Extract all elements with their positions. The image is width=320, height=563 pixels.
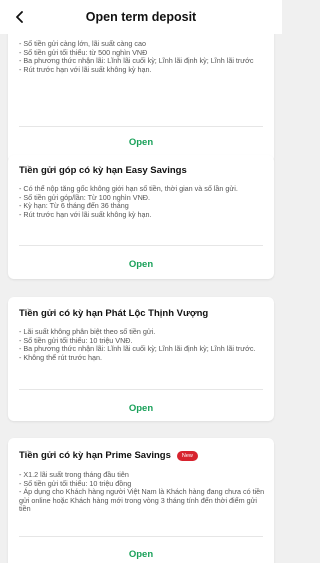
card-title: Tiền gửi có kỳ hạn Prime Savings New [19,450,198,461]
card-description: - X1.2 lãi suất trong tháng đầu tiên - S… [19,470,267,514]
open-button[interactable]: Open [8,403,274,414]
open-button[interactable]: Open [8,259,274,270]
desc-line: - Không thể rút trước hạn. [19,352,103,362]
card-title-text: Tiền gửi có kỳ hạn Prime Savings [19,450,171,461]
open-button[interactable]: Open [8,549,274,560]
card-title: Tiền gửi góp có kỳ hạn Easy Savings [19,165,187,176]
desc-line: - Rút trước hạn với lãi suất không kỳ hạ… [19,64,152,74]
divider [19,245,263,246]
divider [19,536,263,537]
deposit-card-easy-savings: Tiền gửi góp có kỳ hạn Easy Savings - Có… [8,155,274,279]
back-button[interactable] [10,7,30,27]
deposit-card-prime-savings: Tiền gửi có kỳ hạn Prime Savings New - X… [8,438,274,563]
chevron-left-icon [16,11,23,23]
divider [19,126,263,127]
desc-line: - Rút trước hạn với lãi suất không kỳ hạ… [19,209,152,219]
open-button[interactable]: Open [8,137,274,148]
card-title-text: Tiền gửi có kỳ hạn Phát Lộc Thịnh Vượng [19,308,209,319]
card-description: - Số tiền gửi càng lớn, lãi suất càng ca… [19,39,267,74]
deposit-list[interactable]: - Số tiền gửi càng lớn, lãi suất càng ca… [0,34,282,563]
new-badge: New [176,450,198,461]
app-header: Open term deposit [0,0,282,34]
card-title: Tiền gửi có kỳ hạn Phát Lộc Thịnh Vượng [19,308,208,319]
card-title-text: Tiền gửi góp có kỳ hạn Easy Savings [19,165,187,176]
divider [19,389,263,390]
card-description: - Có thể nộp tăng gốc không giới hạn số … [19,184,267,219]
deposit-card-standard: - Số tiền gửi càng lớn, lãi suất càng ca… [8,34,274,163]
page-title: Open term deposit [85,10,197,24]
desc-line: - Áp dụng cho Khách hàng người Việt Nam … [19,487,265,514]
deposit-card-phat-loc: Tiền gửi có kỳ hạn Phát Lộc Thịnh Vượng … [8,297,274,421]
card-description: - Lãi suất không phân biệt theo số tiền … [19,327,267,362]
